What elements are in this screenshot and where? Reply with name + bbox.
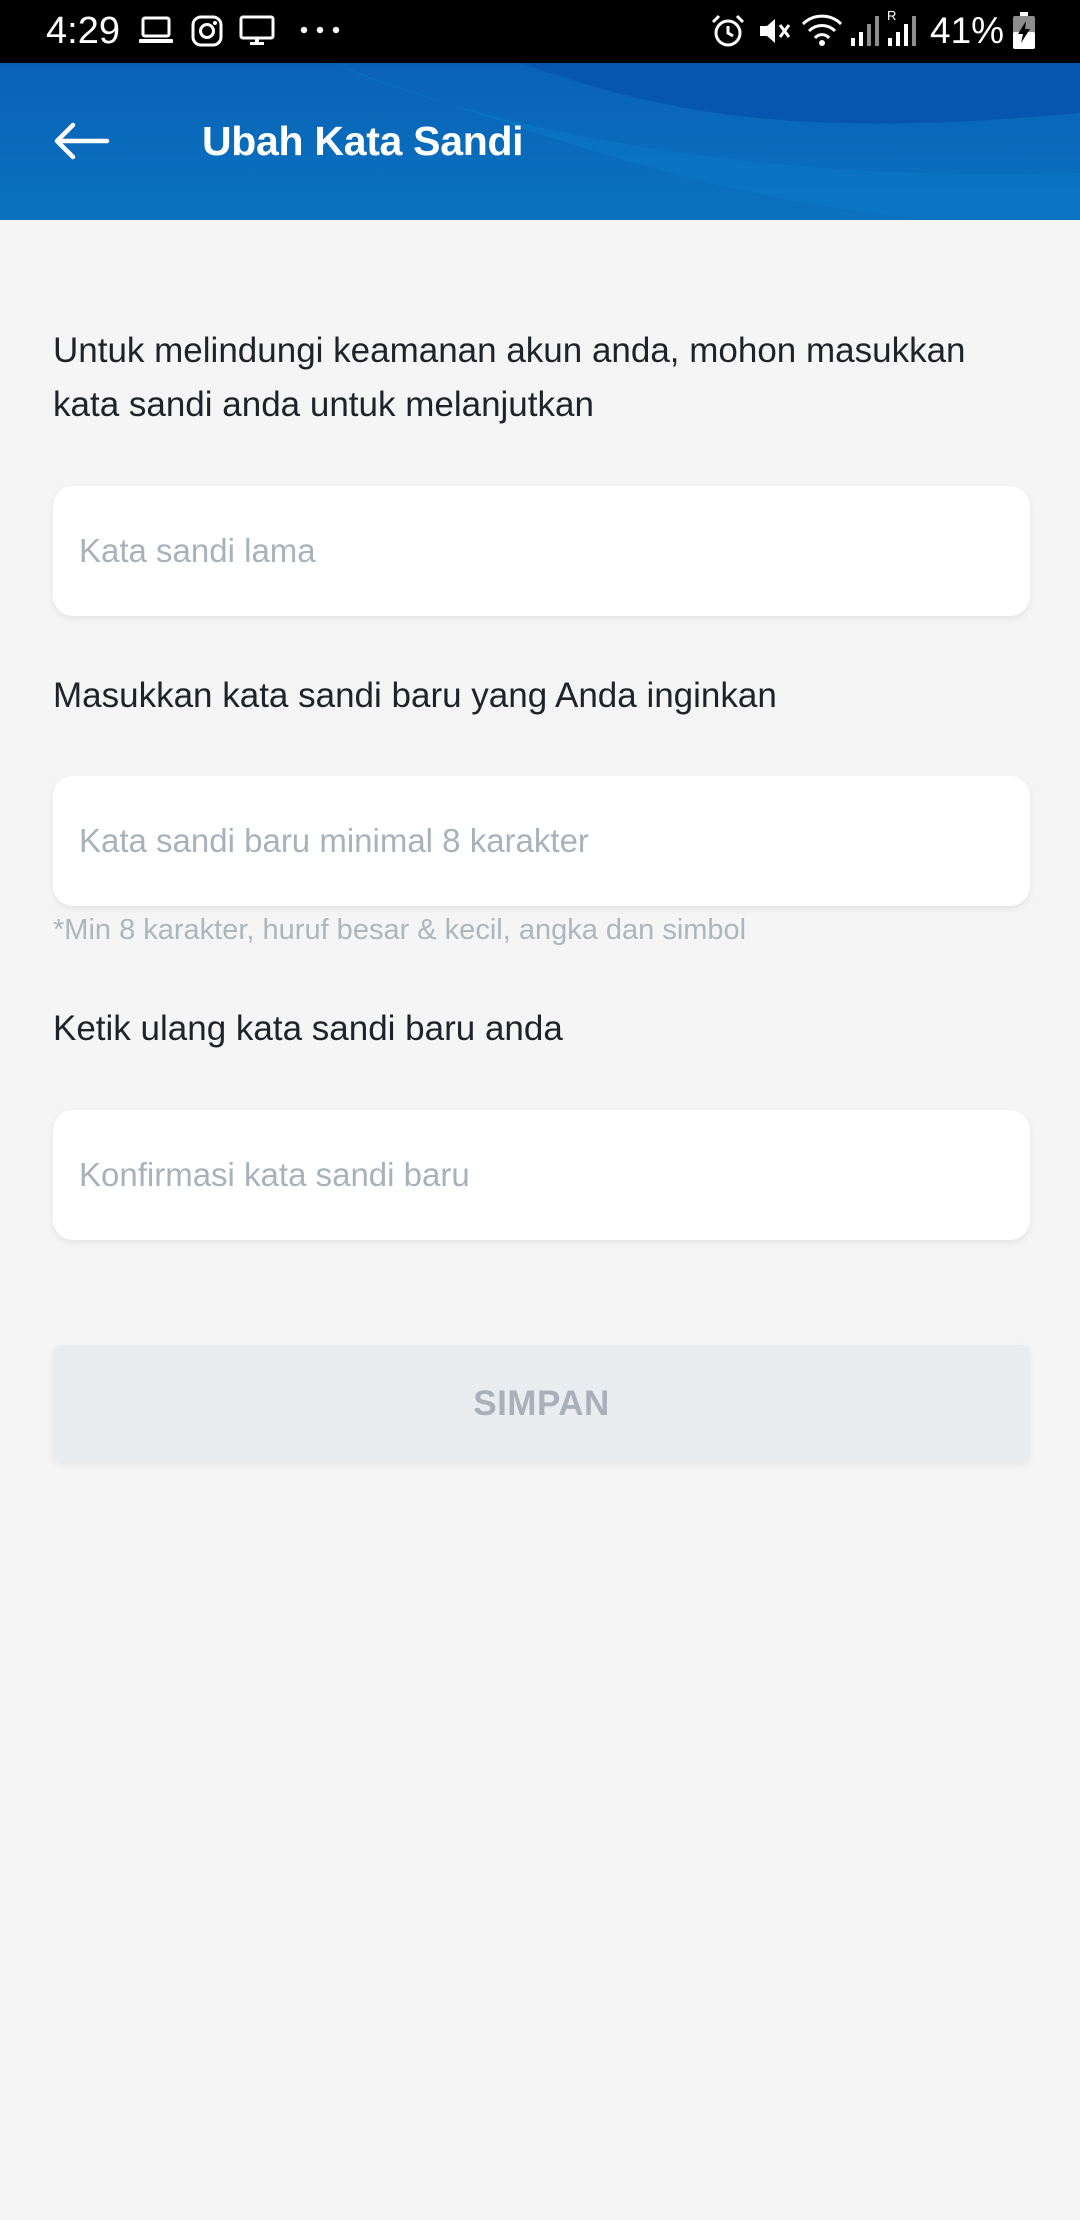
status-bar: 4:29 R 41% [0,0,1080,63]
wifi-icon [801,14,843,46]
page-title: Ubah Kata Sandi [202,118,524,164]
app-header: Ubah Kata Sandi [0,63,1080,220]
more-dots-icon [300,26,340,34]
instagram-icon [191,15,223,47]
arrow-left-icon [54,122,110,160]
new-password-label: Masukkan kata sandi baru yang Anda ingin… [53,676,777,715]
signal-icon [851,16,879,46]
battery-charging-icon [1013,12,1035,49]
new-password-field [53,776,1030,906]
alarm-icon [711,14,745,47]
svg-text:R: R [887,8,896,23]
header-wave-decoration [330,63,1080,220]
change-password-screen: 4:29 R 41% Ubah Kata Sandi Untuk melindu… [0,0,1080,2220]
monitor-icon [239,15,275,45]
laptop-icon [139,16,173,43]
confirm-password-input[interactable] [53,1110,1030,1240]
battery-percent: 41% [930,10,1005,51]
save-button[interactable]: SIMPAN [53,1345,1030,1462]
signal-roaming-icon: R [887,8,916,46]
status-time: 4:29 [46,10,120,52]
confirm-password-label: Ketik ulang kata sandi baru anda [53,1009,563,1048]
intro-text: Untuk melindungi keamanan akun anda, moh… [53,331,966,424]
old-password-field [53,486,1030,616]
new-password-hint: *Min 8 karakter, huruf besar & kecil, an… [53,914,747,946]
mute-icon [760,19,791,43]
old-password-input[interactable] [53,486,1030,616]
new-password-input[interactable] [53,776,1030,906]
back-button[interactable] [36,105,126,177]
confirm-password-field [53,1110,1030,1240]
